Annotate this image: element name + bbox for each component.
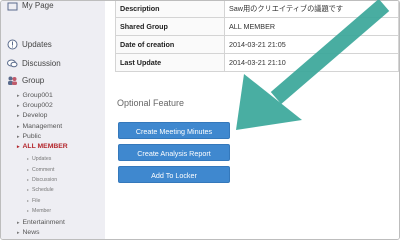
sidebar-group-item[interactable]: ▸ Entertainment — [17, 219, 65, 226]
chevron-right-icon: ▸ — [27, 177, 30, 182]
chat-icon — [7, 58, 18, 69]
group-name: Group001 — [22, 92, 53, 99]
row-value: ALL MEMBER — [224, 17, 399, 36]
main-content: Description Saw用のクリエイティブの議題です Shared Gro… — [107, 1, 399, 239]
table-row: Description Saw用のクリエイティブの議題です — [115, 1, 399, 18]
app-window: My Page Updates Discussion Group ▸ Group0… — [0, 0, 400, 240]
table-row: Date of creation 2014-03-21 21:05 — [115, 35, 399, 54]
sidebar-item-group[interactable]: Group — [7, 75, 44, 86]
group-name: Public — [22, 133, 42, 140]
sidebar-group-item[interactable]: ▸ Group002 — [17, 102, 53, 109]
row-value: Saw用のクリエイティブの議題です — [224, 1, 399, 18]
sidebar-item-label: Updates — [22, 40, 52, 49]
chevron-right-icon: ▸ — [27, 198, 30, 203]
group-subnav-item[interactable]: ▸ Comment — [27, 167, 55, 173]
group-name: Group002 — [22, 102, 53, 109]
sidebar-item-label: Group — [22, 76, 45, 85]
create-meeting-minutes-button[interactable]: Create Meeting Minutes — [118, 122, 230, 139]
group-name: ALL MEMBER — [22, 143, 68, 150]
table-row: Shared Group ALL MEMBER — [115, 17, 399, 36]
sidebar-group-item[interactable]: ▸ News — [17, 229, 40, 236]
chevron-right-icon: ▸ — [17, 144, 20, 150]
sidebar-group-item[interactable]: ▸ Develop — [17, 112, 47, 119]
sidebar-item-label: My Page — [22, 1, 54, 10]
chevron-right-icon: ▸ — [17, 113, 20, 119]
group-name: Management — [22, 123, 63, 130]
chevron-right-icon: ▸ — [17, 124, 20, 130]
sidebar-item-label: Discussion — [22, 59, 61, 68]
chevron-right-icon: ▸ — [17, 230, 20, 236]
subnav-label: Comment — [32, 167, 55, 173]
section-title: Optional Feature — [117, 98, 185, 108]
chevron-right-icon: ▸ — [27, 187, 30, 192]
row-key: Description — [115, 1, 225, 18]
sidebar-group-item[interactable]: ▸ Public — [17, 133, 41, 140]
subnav-label: Discussion — [32, 177, 58, 183]
sidebar: My Page Updates Discussion Group ▸ Group0… — [1, 1, 105, 239]
row-value: 2014-03-21 21:05 — [224, 35, 399, 54]
sidebar-group-item[interactable]: ▸ Group001 — [17, 92, 53, 99]
sidebar-item-my-page[interactable]: My Page — [7, 1, 54, 11]
chevron-right-icon: ▸ — [17, 220, 20, 226]
row-value: 2014-03-21 21:10 — [224, 53, 399, 72]
sidebar-item-updates[interactable]: Updates — [7, 39, 52, 50]
subnav-label: File — [32, 198, 41, 204]
sidebar-group-item-active[interactable]: ▸ ALL MEMBER — [17, 143, 68, 150]
chevron-right-icon: ▸ — [27, 208, 30, 213]
add-to-locker-button[interactable]: Add To Locker — [118, 166, 230, 183]
subnav-label: Schedule — [32, 187, 54, 193]
table-row: Last Update 2014-03-21 21:10 — [115, 53, 399, 72]
chevron-right-icon: ▸ — [27, 167, 30, 172]
sidebar-group-item[interactable]: ▸ Management — [17, 123, 62, 130]
subnav-label: Updates — [32, 156, 52, 162]
chevron-right-icon: ▸ — [17, 103, 20, 109]
home-icon — [7, 1, 18, 11]
row-key: Shared Group — [115, 17, 225, 36]
group-subnav-item[interactable]: ▸ Schedule — [27, 187, 54, 193]
info-table: Description Saw用のクリエイティブの議題です Shared Gro… — [115, 1, 399, 72]
chevron-right-icon: ▸ — [27, 156, 30, 161]
group-icon — [7, 75, 18, 86]
group-subnav-item[interactable]: ▸ File — [27, 198, 40, 204]
chevron-right-icon: ▸ — [17, 134, 20, 140]
group-subnav-item[interactable]: ▸ Member — [27, 208, 51, 214]
sidebar-item-discussion[interactable]: Discussion — [7, 58, 61, 69]
chevron-right-icon: ▸ — [17, 93, 20, 99]
alert-icon — [7, 39, 18, 50]
group-name: Develop — [22, 112, 48, 119]
group-name: Entertainment — [22, 219, 65, 226]
group-subnav-item[interactable]: ▸ Updates — [27, 156, 51, 162]
subnav-label: Member — [32, 208, 52, 214]
group-name: News — [22, 229, 40, 236]
row-key: Last Update — [115, 53, 225, 72]
row-key: Date of creation — [115, 35, 225, 54]
group-subnav-item[interactable]: ▸ Discussion — [27, 177, 57, 183]
create-analysis-report-button[interactable]: Create Analysis Report — [118, 144, 230, 161]
